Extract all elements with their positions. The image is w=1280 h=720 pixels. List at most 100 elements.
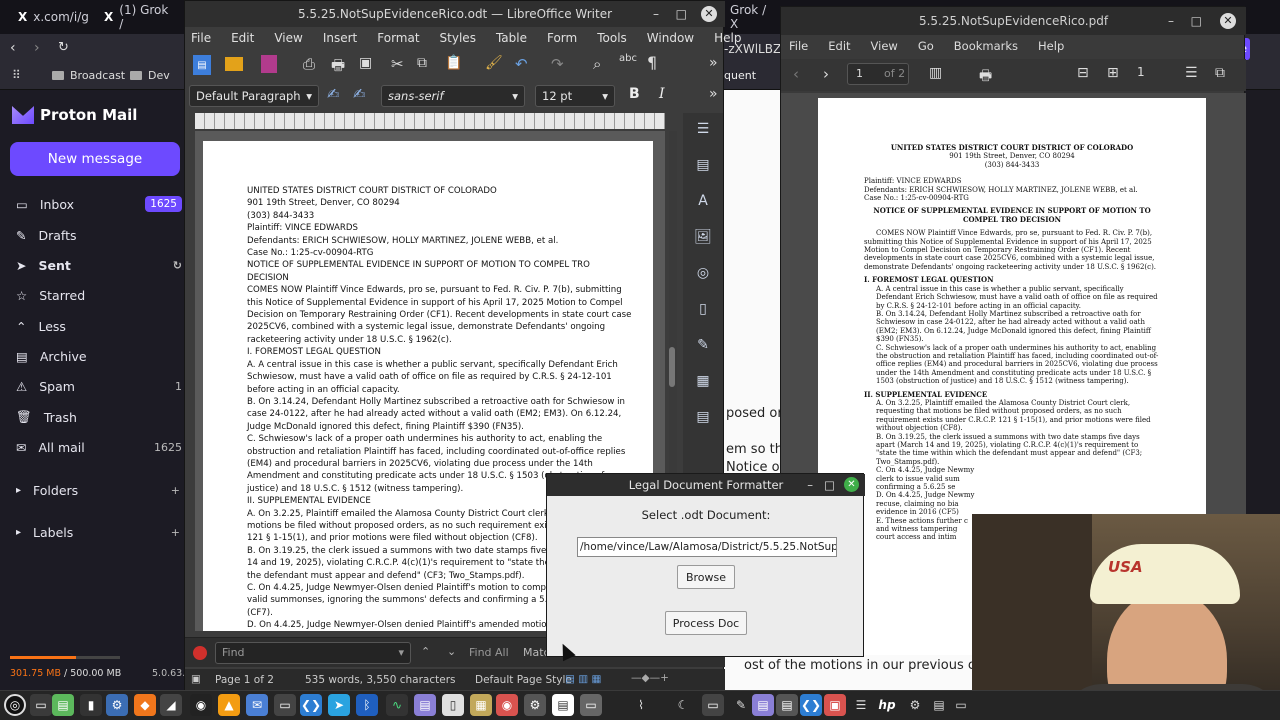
menu-edit[interactable]: Edit: [828, 39, 850, 53]
maximize-icon[interactable]: □: [676, 1, 687, 27]
file-path-input[interactable]: /home/vince/Law/Alamosa/District/5.5.25.…: [577, 537, 837, 557]
menu-table[interactable]: Table: [496, 31, 527, 45]
vscode-icon[interactable]: ❮❯: [300, 694, 322, 716]
view-layout-icons[interactable]: ▤ ▥ ▦: [565, 673, 601, 685]
scrollbar-thumb[interactable]: [669, 347, 675, 387]
settings-icon[interactable]: ⚙: [524, 694, 546, 716]
document-icon[interactable]: ▯: [442, 694, 464, 716]
tray-icon[interactable]: ☰: [850, 694, 872, 716]
export-pdf-icon[interactable]: ⎙: [303, 55, 315, 73]
close-icon[interactable]: ✕: [844, 477, 859, 492]
app-icon[interactable]: ▦: [470, 694, 492, 716]
menu-help[interactable]: Help: [1038, 39, 1064, 53]
toggle-less[interactable]: ⌃ Less: [0, 311, 190, 341]
browser-tab[interactable]: X (1) Grok /: [96, 3, 184, 31]
folder-drafts[interactable]: ✎ Drafts: [0, 220, 190, 250]
italic-icon[interactable]: I: [659, 86, 665, 102]
add-folder-icon[interactable]: +: [171, 484, 180, 497]
folder-inbox[interactable]: ▭ Inbox 1625: [0, 189, 190, 219]
menu-help[interactable]: Help: [714, 31, 741, 45]
menu-format[interactable]: Format: [377, 31, 419, 45]
maximize-icon[interactable]: □: [1191, 7, 1202, 35]
menu-view[interactable]: View: [274, 31, 302, 45]
undo-icon[interactable]: ↶: [515, 55, 528, 73]
clone-formatting-icon[interactable]: 🖌: [485, 55, 503, 71]
bold-icon[interactable]: B: [629, 86, 640, 102]
mail-icon[interactable]: ✉: [246, 694, 268, 716]
tray-icon[interactable]: ▤: [928, 694, 950, 716]
folder-sent[interactable]: ➤ Sent ↻: [0, 250, 190, 280]
new-message-button[interactable]: New message: [10, 142, 180, 176]
wifi-icon[interactable]: ⌇: [630, 694, 652, 716]
page-style[interactable]: Default Page Style: [475, 674, 572, 686]
save-icon[interactable]: [261, 55, 277, 73]
word-count[interactable]: 535 words, 3,550 characters: [305, 674, 455, 686]
find-replace-icon[interactable]: ⌕: [593, 55, 601, 73]
app-icon[interactable]: ▤: [414, 694, 436, 716]
forward-icon[interactable]: ›: [34, 40, 40, 56]
menu-insert[interactable]: Insert: [323, 31, 357, 45]
menu-file[interactable]: File: [191, 31, 211, 45]
browser-tab[interactable]: Grok / X: [722, 3, 780, 31]
app-icon[interactable]: ▣: [824, 694, 846, 716]
reload-icon[interactable]: ↻: [58, 40, 69, 55]
terminal-icon[interactable]: ▮: [80, 694, 102, 716]
app-icon[interactable]: ▭: [274, 694, 296, 716]
system-monitor-icon[interactable]: ∿: [386, 694, 408, 716]
paste-icon[interactable]: 📋: [445, 55, 462, 71]
spelling-icon[interactable]: abc: [619, 53, 637, 64]
menu-file[interactable]: File: [789, 39, 808, 53]
close-icon[interactable]: ✕: [701, 6, 717, 22]
update-style-icon[interactable]: ✍: [327, 85, 340, 103]
folder-spam[interactable]: ⚠ Spam 1: [0, 371, 190, 401]
design-icon[interactable]: ▤: [693, 407, 713, 427]
section-folders[interactable]: ▸ Folders +: [0, 475, 190, 505]
zoom-in-icon[interactable]: ⊞: [1107, 65, 1119, 81]
tray-icon[interactable]: ▭: [950, 694, 972, 716]
more-options-icon[interactable]: »: [709, 86, 718, 102]
fullscreen-icon[interactable]: ⧉: [1215, 65, 1225, 81]
actual-size-icon[interactable]: 1: [1137, 65, 1145, 79]
find-previous-icon[interactable]: ⌃: [421, 645, 430, 658]
styles-icon[interactable]: A: [693, 191, 713, 211]
bookmark-broadcast[interactable]: Broadcast: [52, 69, 125, 82]
find-all-button[interactable]: Find All: [469, 646, 509, 659]
print-icon[interactable]: 🖶: [979, 65, 992, 89]
new-document-icon[interactable]: ▤: [193, 55, 211, 75]
show-desktop-icon[interactable]: ▭: [30, 694, 52, 716]
menu-styles[interactable]: Styles: [440, 31, 476, 45]
close-find-icon[interactable]: [193, 646, 207, 660]
more-options-icon[interactable]: »: [709, 55, 718, 71]
edit-icon[interactable]: ✎: [730, 694, 752, 716]
maximize-icon[interactable]: □: [824, 474, 835, 496]
zoom-out-icon[interactable]: ⊟: [1077, 65, 1089, 81]
manage-changes-icon[interactable]: ▦: [693, 371, 713, 391]
new-style-icon[interactable]: ✍: [353, 85, 366, 103]
app-icon[interactable]: ▭: [580, 694, 602, 716]
page-number-input[interactable]: 1 of 2: [847, 63, 909, 85]
menu-go[interactable]: Go: [918, 39, 934, 53]
hp-icon[interactable]: hp: [876, 694, 898, 716]
properties-icon[interactable]: ▤: [693, 155, 713, 175]
menu-icon[interactable]: ☰: [1185, 65, 1198, 81]
font-size-select[interactable]: 12 pt ▾: [535, 85, 615, 107]
back-icon[interactable]: ‹: [10, 40, 16, 56]
inkscape-icon[interactable]: ◢: [160, 694, 182, 716]
browser-tab[interactable]: X x.com/i/g: [10, 4, 94, 30]
start-menu-icon[interactable]: ◎: [4, 694, 26, 716]
copy-icon[interactable]: ⧉: [417, 55, 427, 71]
next-page-icon[interactable]: ›: [823, 65, 829, 83]
bluetooth-icon[interactable]: ᛒ: [356, 694, 378, 716]
telegram-icon[interactable]: ➤: [328, 694, 350, 716]
find-next-icon[interactable]: ⌄: [447, 645, 456, 658]
vlc-icon[interactable]: ▲: [218, 694, 240, 716]
page-icon[interactable]: ▯: [693, 299, 713, 319]
horizontal-ruler[interactable]: [195, 113, 665, 129]
bookmark-dev[interactable]: Dev: [130, 69, 170, 82]
minimize-icon[interactable]: –: [653, 1, 659, 27]
apps-grid-icon[interactable]: ⠿: [12, 68, 21, 82]
obs-icon[interactable]: ◉: [190, 694, 212, 716]
folder-starred[interactable]: ☆ Starred: [0, 280, 190, 310]
open-folder-icon[interactable]: [225, 57, 243, 71]
section-labels[interactable]: ▸ Labels +: [0, 517, 190, 547]
